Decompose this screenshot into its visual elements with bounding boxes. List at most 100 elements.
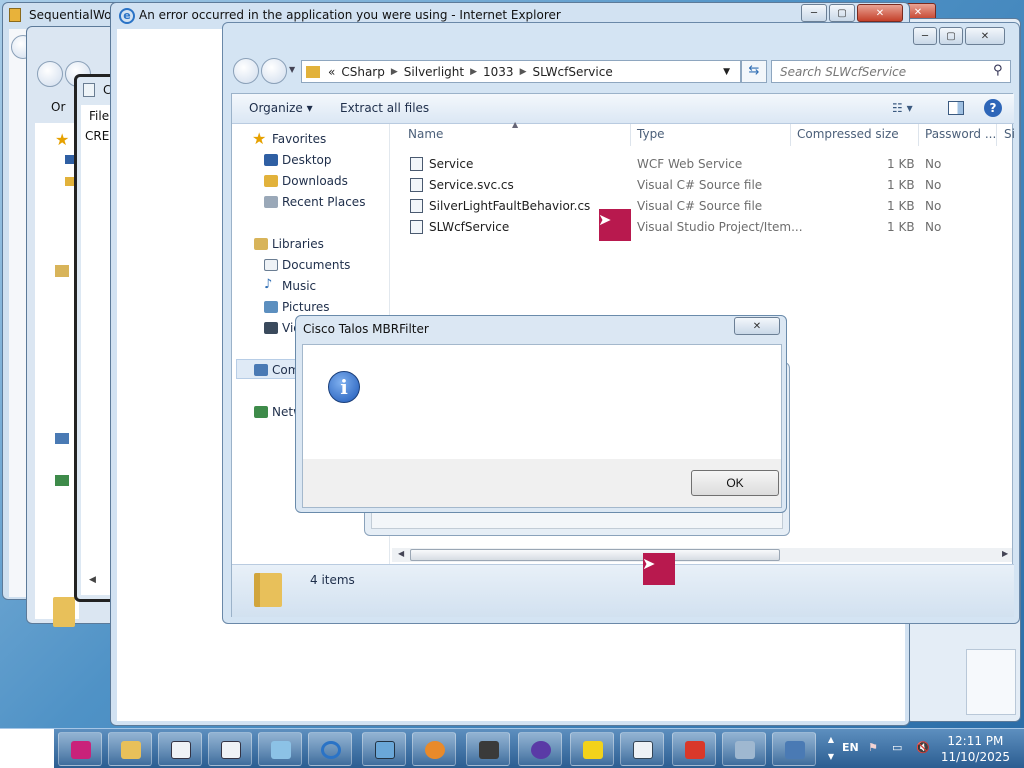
pictures-icon bbox=[264, 301, 278, 313]
file-row[interactable]: SilverLightFaultBehavior.cs Visual C# So… bbox=[410, 197, 1010, 217]
help-icon[interactable]: ? bbox=[984, 99, 1002, 117]
nav-desktop[interactable]: Desktop bbox=[264, 153, 332, 167]
window-controls: ─ ▢ ✕ bbox=[801, 4, 903, 22]
column-compressed-size[interactable]: Compressed size bbox=[797, 127, 899, 141]
column-size[interactable]: Si bbox=[1004, 127, 1015, 141]
taskbar-explorer[interactable] bbox=[108, 732, 152, 766]
ie-icon: e bbox=[119, 8, 135, 24]
volume-muted-icon[interactable]: 🔇 bbox=[916, 741, 930, 754]
app-icon bbox=[83, 83, 95, 97]
refresh-button[interactable]: ⇆ bbox=[741, 60, 767, 83]
taskbar-app[interactable] bbox=[362, 732, 406, 766]
horizontal-scrollbar[interactable]: ◀ ▶ bbox=[392, 548, 1012, 562]
nav-libraries[interactable]: Libraries bbox=[254, 237, 324, 251]
file-name: SLWcfService bbox=[429, 220, 510, 234]
column-divider bbox=[630, 124, 631, 146]
column-password[interactable]: Password ... bbox=[925, 127, 996, 141]
file-row[interactable]: SLWcfService Visual Studio Project/Item.… bbox=[410, 218, 1010, 238]
start-button[interactable] bbox=[0, 729, 54, 768]
taskbar-app[interactable] bbox=[620, 732, 664, 766]
star-icon: ★ bbox=[252, 129, 267, 148]
taskbar-app[interactable] bbox=[722, 732, 766, 766]
maximize-button[interactable]: ▢ bbox=[939, 27, 963, 45]
chevron-right-icon[interactable]: ▶ bbox=[520, 67, 527, 77]
breadcrumb-prefix[interactable]: « bbox=[328, 65, 335, 79]
scroll-left-icon[interactable]: ◀ bbox=[89, 575, 96, 585]
mbrfilter-dialog[interactable]: Cisco Talos MBRFilter ✕ i OK bbox=[295, 315, 787, 513]
address-dropdown-icon[interactable]: ▼ bbox=[723, 67, 730, 77]
breadcrumb-1033[interactable]: 1033 bbox=[483, 65, 514, 79]
breadcrumb-slwcfservice[interactable]: SLWcfService bbox=[532, 65, 612, 79]
language-indicator[interactable]: EN bbox=[842, 741, 859, 754]
content-text: CRE bbox=[85, 129, 110, 143]
chevron-right-icon[interactable]: ▶ bbox=[470, 67, 477, 77]
close-button[interactable]: ✕ bbox=[734, 317, 780, 335]
taskbar-visualstudio[interactable] bbox=[518, 732, 562, 766]
breadcrumb-silverlight[interactable]: Silverlight bbox=[404, 65, 464, 79]
file-compressed: 1 KB bbox=[887, 199, 915, 213]
taskbar-app[interactable] bbox=[58, 732, 102, 766]
taskbar-help[interactable] bbox=[570, 732, 614, 766]
chevron-right-icon[interactable]: ▶ bbox=[391, 67, 398, 77]
taskbar-window[interactable] bbox=[158, 732, 202, 766]
file-name: SilverLightFaultBehavior.cs bbox=[429, 199, 591, 213]
app-icon bbox=[375, 741, 395, 759]
taskbar-scroll[interactable]: ▲ ▼ bbox=[824, 731, 838, 767]
close-button[interactable]: ✕ bbox=[965, 27, 1005, 45]
maximize-button[interactable]: ▢ bbox=[829, 4, 855, 22]
preview-pane-icon[interactable] bbox=[948, 101, 964, 115]
zip-folder-icon bbox=[254, 573, 282, 607]
address-bar[interactable]: « CSharp ▶ Silverlight ▶ 1033 ▶ SLWcfServic… bbox=[301, 60, 741, 83]
nav-documents[interactable]: Documents bbox=[264, 258, 350, 272]
documents-icon bbox=[264, 259, 278, 271]
nav-downloads[interactable]: Downloads bbox=[264, 174, 348, 188]
close-button[interactable]: ✕ bbox=[857, 4, 903, 22]
taskbar-media[interactable] bbox=[412, 732, 456, 766]
ok-button[interactable]: OK bbox=[691, 470, 779, 496]
clock[interactable]: 12:11 PM 11/10/2025 bbox=[941, 733, 1010, 765]
search-input[interactable]: Search SLWcfService bbox=[771, 60, 1011, 83]
mouse-cursor-icon: ➤ bbox=[642, 554, 656, 573]
extract-all-button[interactable]: Extract all files bbox=[340, 101, 429, 115]
taskbar-ie[interactable] bbox=[308, 732, 352, 766]
app-icon bbox=[71, 741, 91, 759]
taskbar-app[interactable] bbox=[258, 732, 302, 766]
back-button[interactable] bbox=[233, 58, 259, 84]
taskbar-app[interactable] bbox=[772, 732, 816, 766]
nav-recent-places[interactable]: Recent Places bbox=[264, 195, 365, 209]
folder-icon bbox=[121, 741, 141, 759]
scroll-thumb[interactable] bbox=[410, 549, 780, 561]
column-type[interactable]: Type bbox=[637, 127, 665, 141]
organize-button[interactable]: Organize ▾ bbox=[249, 101, 313, 115]
minimize-button[interactable]: ─ bbox=[801, 4, 827, 22]
menu-file[interactable]: File bbox=[89, 109, 109, 123]
dialog-title: Cisco Talos MBRFilter bbox=[303, 322, 429, 336]
item-count: 4 items bbox=[310, 573, 355, 587]
nav-music[interactable]: ♪ Music bbox=[264, 277, 316, 293]
minimize-button[interactable]: ─ bbox=[913, 27, 937, 45]
network-icon bbox=[254, 406, 268, 418]
visual-studio-icon bbox=[531, 741, 551, 759]
breadcrumb-csharp[interactable]: CSharp bbox=[341, 65, 385, 79]
downloads-icon bbox=[264, 175, 278, 187]
nav-pictures[interactable]: Pictures bbox=[264, 300, 330, 314]
views-icon[interactable]: ☷ ▾ bbox=[892, 101, 913, 115]
file-row[interactable]: Service.svc.cs Visual C# Source file 1 K… bbox=[410, 176, 1010, 196]
forward-button[interactable] bbox=[261, 58, 287, 84]
taskbar-window[interactable] bbox=[208, 732, 252, 766]
action-center-icon[interactable]: ⚑ bbox=[868, 741, 878, 754]
column-name[interactable]: Name bbox=[408, 127, 443, 141]
search-icon[interactable]: ⚲ bbox=[993, 63, 1003, 78]
nav-favorites[interactable]: ★ Favorites bbox=[252, 129, 326, 148]
recent-pages-icon[interactable]: ▼ bbox=[289, 65, 295, 74]
taskbar-app[interactable] bbox=[466, 732, 510, 766]
app-icon bbox=[685, 741, 705, 759]
scroll-right-icon[interactable]: ▶ bbox=[1002, 549, 1008, 558]
file-row[interactable]: Service WCF Web Service 1 KB No bbox=[410, 155, 1010, 175]
back-button[interactable] bbox=[37, 61, 63, 87]
taskbar-app[interactable] bbox=[672, 732, 716, 766]
network-icon[interactable]: ▭ bbox=[892, 741, 902, 754]
scroll-left-icon[interactable]: ◀ bbox=[398, 549, 404, 558]
sort-arrow-icon: ▲ bbox=[512, 120, 519, 129]
organize-label[interactable]: Or bbox=[51, 100, 65, 114]
